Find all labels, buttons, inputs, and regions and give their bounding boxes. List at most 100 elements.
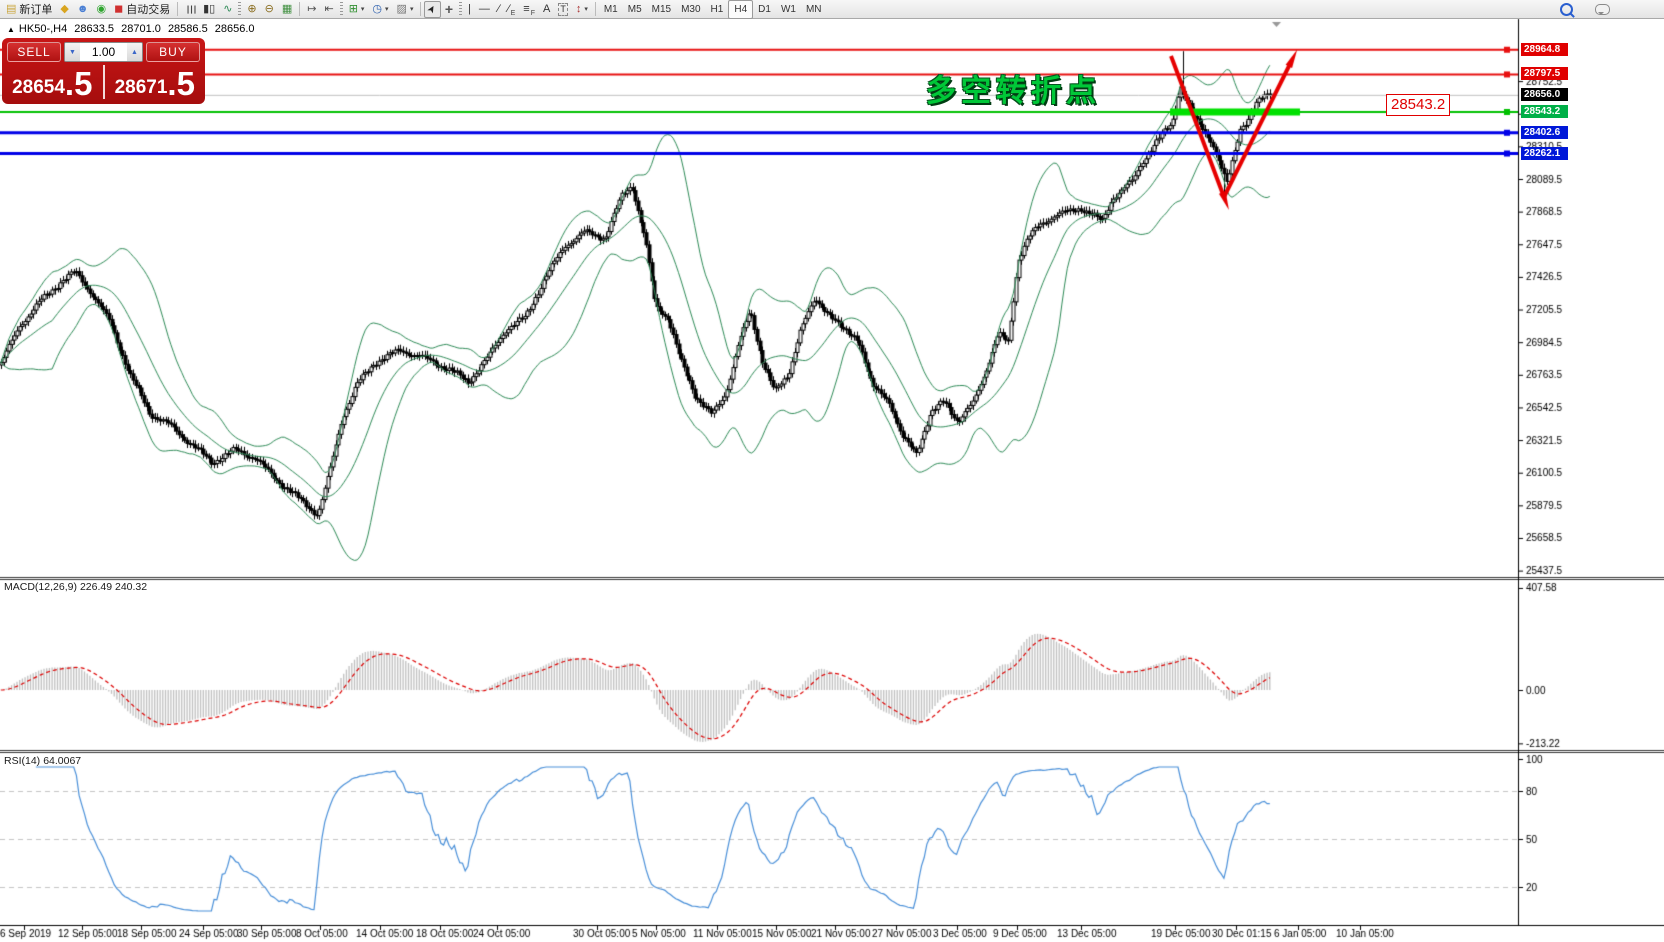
crosshair-button[interactable]: + [441, 1, 457, 18]
rsi-label: RSI(14)64.0067 [4, 755, 84, 767]
zoom-out-icon: ⊖ [265, 4, 274, 15]
price-badge: 28797.5 [1521, 67, 1568, 80]
cursor-button[interactable]: ➤ [424, 1, 440, 18]
indicators-button[interactable]: ⊞▾ [345, 1, 369, 18]
rsi-value: 64.0067 [43, 755, 81, 767]
buy-price-frac: .5 [167, 69, 195, 99]
toolbar: ▤新订单◆☻◉◼自动交易☰▮▯∿⊕⊖▦↦⇤⊞▾◷▾▨▾➤+|—∕∕E≡FAT↕▾… [0, 0, 1664, 19]
templates-button[interactable]: ▨▾ [393, 1, 418, 18]
collapse-arrow-icon[interactable]: ▲ [7, 25, 15, 34]
price-badge: 28964.8 [1521, 43, 1568, 56]
price-badge: 28656.0 [1521, 88, 1568, 101]
autotrading-button-label: 自动交易 [126, 1, 170, 17]
equidistant-channel-button-sub: E [511, 10, 516, 17]
timeframe-m5[interactable]: M5 [623, 1, 647, 18]
zoom-out-button[interactable]: ⊖ [261, 1, 278, 18]
cursor-icon: ➤ [426, 3, 440, 16]
signal-icon: ◉ [96, 4, 106, 15]
metaeditor-icon: ◆ [60, 4, 68, 15]
timeframe-mn[interactable]: MN [801, 1, 827, 18]
macd-label: MACD(12,26,9)226.49 240.32 [4, 581, 150, 593]
new-order-button[interactable]: ▤新订单 [2, 1, 56, 18]
autotrading-button[interactable]: ◼自动交易 [110, 1, 174, 18]
metaeditor-button[interactable]: ◆ [56, 1, 72, 18]
pane-separator-rsi[interactable] [0, 747, 1664, 753]
text-label-icon: T [558, 3, 568, 16]
line-chart-button[interactable]: ∿ [219, 1, 236, 18]
sell-button[interactable]: SELL [7, 42, 61, 62]
volume-increase-button[interactable]: ▲ [127, 43, 142, 61]
search-icon [1560, 3, 1573, 16]
chart-canvas[interactable] [0, 0, 1664, 942]
timeframe-w1[interactable]: W1 [776, 1, 801, 18]
toolbar-separator [459, 2, 462, 16]
auto-scroll-button[interactable]: ⇤ [320, 1, 337, 18]
chevron-down-icon: ▾ [361, 5, 365, 13]
vertical-line-button[interactable]: | [464, 1, 475, 18]
pane-separator-macd[interactable] [0, 574, 1664, 580]
fibonacci-button[interactable]: ≡F [519, 1, 539, 18]
text-button[interactable]: A [539, 1, 554, 18]
trendline-icon: ∕ [498, 4, 500, 15]
autotrading-icon: ◼ [114, 4, 123, 15]
toolbar-separator [420, 2, 421, 16]
timeframe-d1[interactable]: D1 [753, 1, 776, 18]
buy-button[interactable]: BUY [146, 42, 200, 62]
sell-price-display[interactable]: 28654.5 [2, 64, 103, 102]
line-chart-icon: ∿ [223, 4, 232, 15]
search-button[interactable] [1556, 1, 1577, 18]
high-value: 28701.0 [121, 23, 161, 35]
new-order-button-label: 新订单 [19, 1, 52, 17]
timeframe-m1-label: M1 [604, 4, 618, 15]
templates-icon: ▨ [397, 4, 407, 15]
price-badge: 28543.2 [1521, 105, 1568, 118]
periods-button[interactable]: ◷▾ [368, 1, 392, 18]
macd-values: 226.49 240.32 [80, 581, 147, 593]
trendline-button[interactable]: ∕ [494, 1, 504, 18]
sell-price-main: 28654 [12, 77, 65, 99]
chat-icon [1595, 4, 1610, 15]
equidistant-channel-button[interactable]: ∕E [504, 1, 520, 18]
text-label-button[interactable]: T [554, 1, 572, 18]
community-icon: ☻ [77, 4, 89, 15]
candlestick-chart-button[interactable]: ▮▯ [199, 1, 219, 18]
chart-shift-button[interactable]: ↦ [303, 1, 320, 18]
timeframe-m30[interactable]: M30 [676, 1, 705, 18]
rsi-name: RSI(14) [4, 755, 40, 767]
tile-windows-icon: ▦ [282, 4, 292, 15]
community-button[interactable]: ☻ [73, 1, 93, 18]
horizontal-line-button[interactable]: — [475, 1, 494, 18]
fibonacci-icon: ≡ [523, 4, 529, 15]
chat-button[interactable] [1591, 1, 1614, 18]
timeframe-m15-label: M15 [652, 4, 671, 15]
volume-decrease-button[interactable]: ▼ [65, 43, 80, 61]
chevron-down-icon: ▾ [410, 5, 414, 13]
price-badge: 28262.1 [1521, 147, 1568, 160]
time-axis[interactable] [0, 925, 1518, 942]
periods-icon: ◷ [372, 4, 382, 15]
arrows-icon: ↕ [576, 4, 582, 15]
chart-header: ▲HK50-,H4 28633.5 28701.0 28586.5 28656.… [7, 23, 259, 35]
zoom-in-button[interactable]: ⊕ [243, 1, 260, 18]
chart-text-annotation[interactable]: 多空转折点 [926, 66, 1101, 110]
tile-windows-button[interactable]: ▦ [278, 1, 296, 18]
timeframe-m1[interactable]: M1 [599, 1, 623, 18]
toolbar-separator [299, 2, 300, 16]
equidistant-channel-icon: ∕ [508, 4, 510, 15]
candlestick-chart-icon: ▮▯ [203, 4, 215, 15]
signal-button[interactable]: ◉ [92, 1, 110, 18]
fibonacci-button-sub: F [531, 10, 535, 17]
timeframe-h1[interactable]: H1 [706, 1, 729, 18]
bar-chart-button[interactable]: ☰ [181, 1, 199, 18]
price-tag-label[interactable]: 28543.2 [1386, 94, 1450, 116]
text-icon: A [543, 4, 550, 15]
buy-price-main: 28671 [115, 77, 168, 99]
chart-shift-icon: ↦ [307, 4, 316, 15]
timeframe-h4[interactable]: H4 [728, 0, 753, 19]
volume-input[interactable] [80, 44, 127, 60]
timeframe-m15[interactable]: M15 [647, 1, 676, 18]
vertical-line-icon: | [468, 4, 471, 15]
arrows-button[interactable]: ↕▾ [572, 1, 592, 18]
buy-price-display[interactable]: 28671.5 [105, 64, 206, 102]
zoom-in-icon: ⊕ [247, 4, 256, 15]
